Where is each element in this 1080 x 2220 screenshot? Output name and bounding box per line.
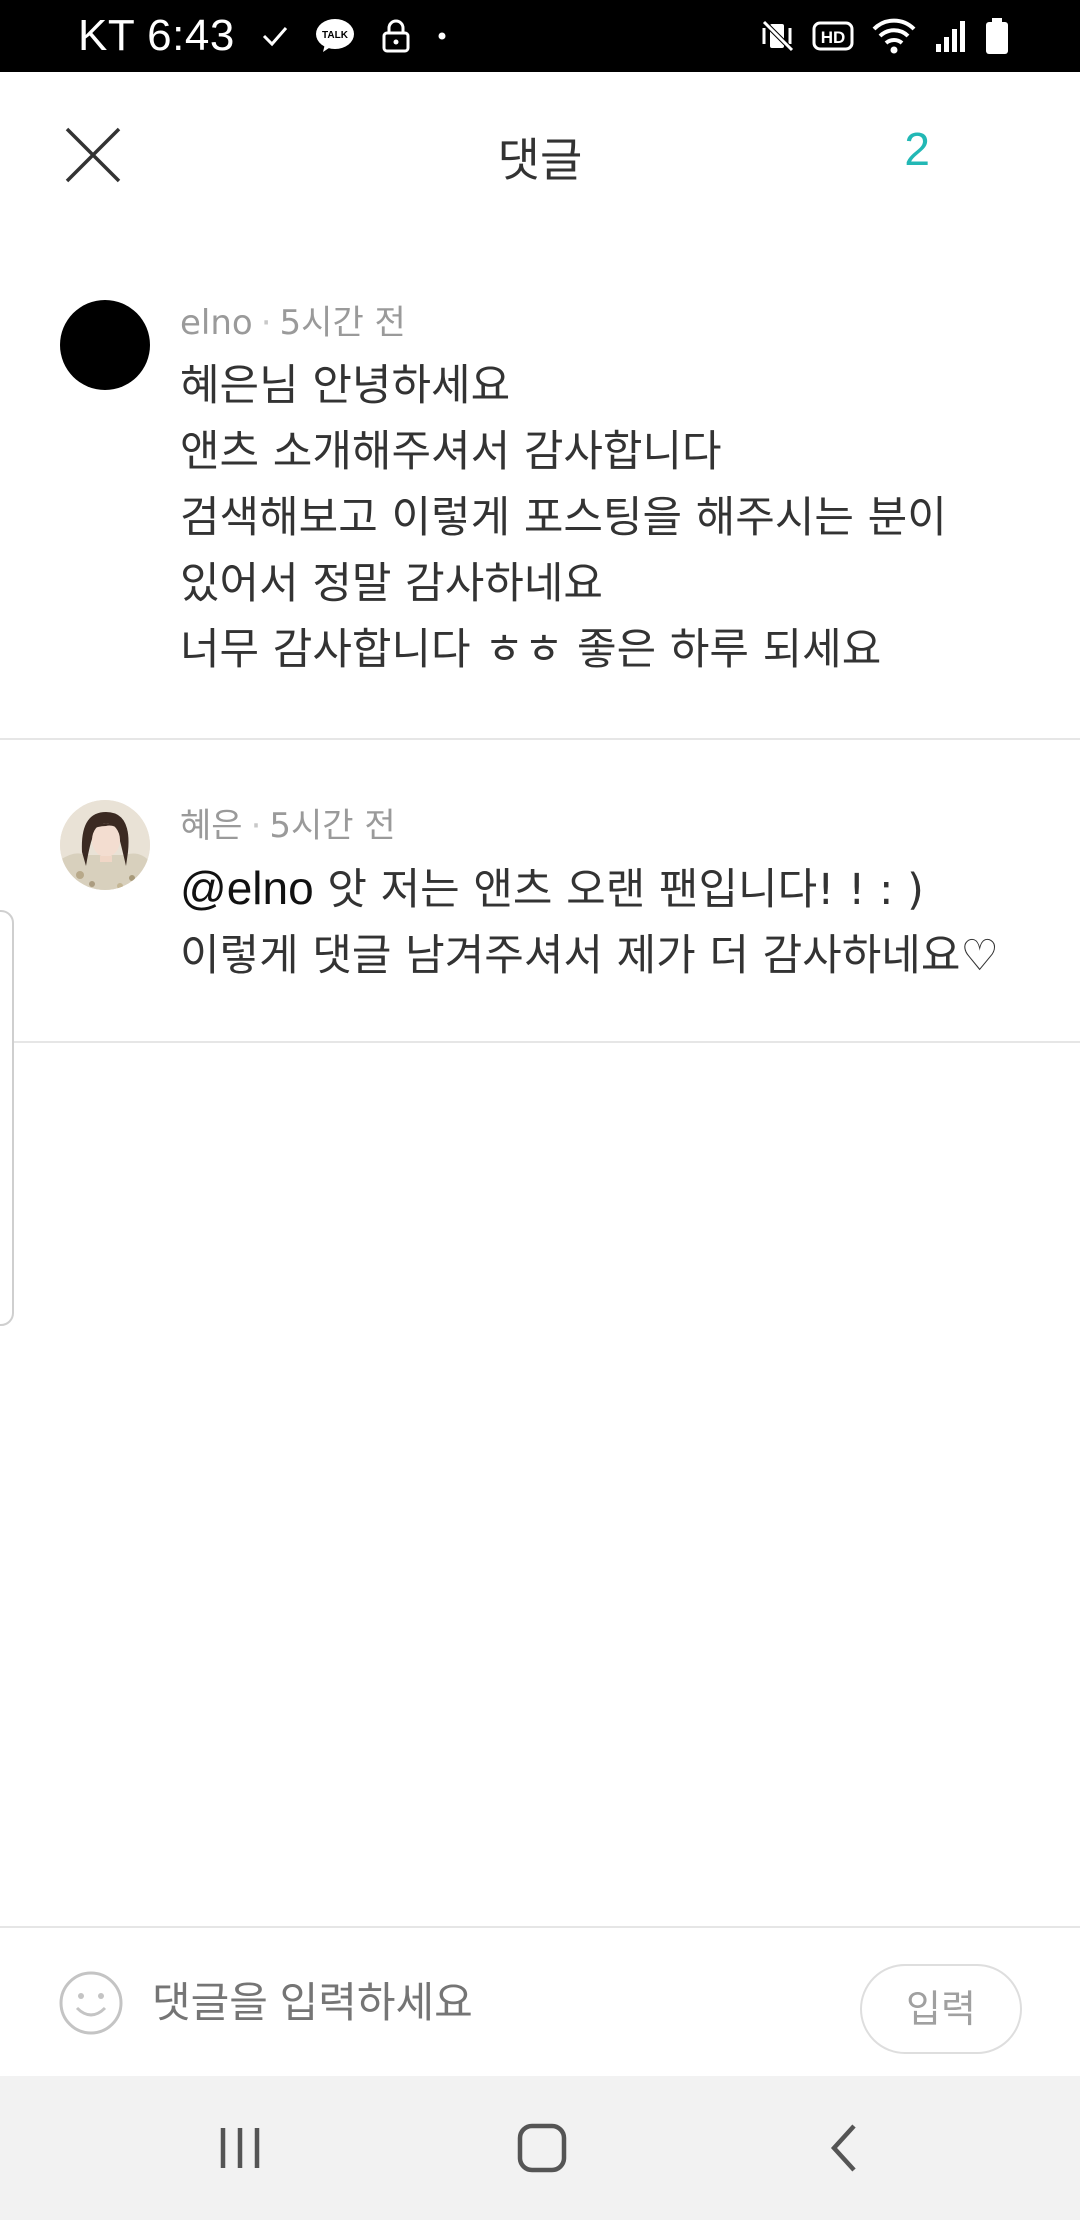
comment-line: 검색해보고 이렇게 포스팅을 해주시는 분이 xyxy=(180,493,947,543)
back-icon xyxy=(830,2124,856,2172)
comment-body: 혜은님 안녕하세요 앤츠 소개해주셔서 감사합니다 검색해보고 이렇게 포스팅을… xyxy=(180,353,947,683)
home-icon xyxy=(517,2123,567,2173)
comment-text: 앗 저는 앤츠 오랜 팬입니다! ! : ) xyxy=(313,865,924,915)
edge-panel-handle[interactable] xyxy=(0,910,14,1326)
svg-text:HD: HD xyxy=(821,28,846,47)
separator-dot: · xyxy=(250,806,262,846)
smiley-icon xyxy=(59,1971,123,2035)
status-bar: KT 6:43 TALK HD xyxy=(0,0,1080,72)
check-icon xyxy=(261,24,289,48)
svg-text:TALK: TALK xyxy=(322,30,349,41)
profile-photo xyxy=(60,800,150,890)
comment-time: 5시간 전 xyxy=(279,303,406,343)
comment-input-bar: 입력 xyxy=(0,1926,1080,2076)
system-nav-bar xyxy=(0,2076,1080,2220)
comment-item: 혜은 · 5시간 전 @elno 앗 저는 앤츠 오랜 팬입니다! ! : ) 이렇… xyxy=(0,740,1080,1043)
status-bar-left: KT 6:43 TALK xyxy=(78,0,447,72)
home-button[interactable] xyxy=(512,2118,572,2178)
recents-icon xyxy=(220,2128,260,2168)
separator-dot: · xyxy=(260,303,272,343)
comment-author[interactable]: 혜은 xyxy=(180,806,243,846)
comment-time: 5시간 전 xyxy=(269,806,396,846)
comment-line: 너무 감사합니다 ㅎㅎ 좋은 하루 되세요 xyxy=(180,625,882,675)
avatar[interactable] xyxy=(60,800,150,890)
recents-button[interactable] xyxy=(210,2118,270,2178)
submit-button[interactable]: 입력 xyxy=(860,1964,1022,2054)
signal-icon xyxy=(934,18,968,54)
status-bar-right: HD xyxy=(760,0,1010,72)
dot-icon xyxy=(437,31,447,41)
vibrate-icon xyxy=(760,18,796,54)
comment-count: 2 xyxy=(904,123,930,175)
kakaotalk-icon: TALK xyxy=(315,18,355,54)
back-button[interactable] xyxy=(814,2118,874,2178)
comment-line: 이렇게 댓글 남겨주셔서 제가 더 감사하네요♡ xyxy=(180,931,999,981)
battery-icon xyxy=(984,17,1010,55)
emoji-button[interactable] xyxy=(58,1970,124,2036)
comment-meta: 혜은 · 5시간 전 xyxy=(180,798,396,847)
comment-line: 혜은님 안녕하세요 xyxy=(180,361,511,411)
comment-item: elno · 5시간 전 혜은님 안녕하세요 앤츠 소개해주셔서 감사합니다 검색해… xyxy=(0,238,1080,740)
comment-body: @elno 앗 저는 앤츠 오랜 팬입니다! ! : ) 이렇게 댓글 남겨주셔… xyxy=(180,855,999,989)
comments-header: 댓글 2 xyxy=(0,72,1080,237)
comment-meta: elno · 5시간 전 xyxy=(180,295,406,344)
carrier-time: KT 6:43 xyxy=(78,11,235,60)
wifi-icon xyxy=(870,17,918,55)
comment-line: 앤츠 소개해주셔서 감사합니다 xyxy=(180,427,722,477)
hd-icon: HD xyxy=(812,20,854,52)
avatar[interactable] xyxy=(60,300,150,390)
lock-icon xyxy=(381,19,411,53)
mention-link[interactable]: @elno xyxy=(180,862,314,914)
comment-input[interactable] xyxy=(152,1968,832,2038)
comment-author[interactable]: elno xyxy=(180,303,253,343)
comment-line: 있어서 정말 감사하네요 xyxy=(180,559,603,609)
comment-line: @elno 앗 저는 앤츠 오랜 팬입니다! ! : ) xyxy=(180,855,999,923)
